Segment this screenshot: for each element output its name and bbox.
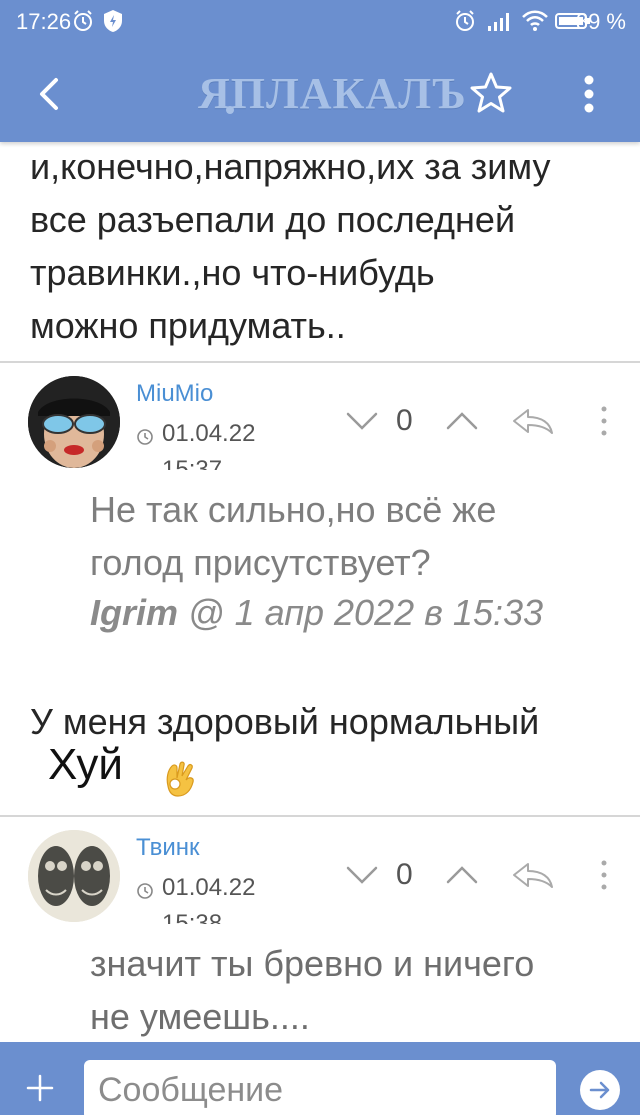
vote-down-icon[interactable] bbox=[344, 410, 380, 432]
alarm-icon bbox=[456, 10, 474, 31]
previous-post-text: и,конечно,напряжно,их за зиму все разъеп… bbox=[30, 140, 620, 352]
wifi-icon bbox=[522, 10, 548, 31]
reply-icon[interactable] bbox=[510, 406, 556, 436]
ok-hand-emoji bbox=[166, 761, 194, 797]
clock-icon bbox=[137, 883, 153, 899]
quote-line: голод присутствует? bbox=[90, 542, 431, 583]
send-button[interactable] bbox=[580, 1070, 620, 1110]
message-input[interactable] bbox=[84, 1060, 556, 1115]
vote-up-icon[interactable] bbox=[444, 410, 480, 432]
send-arrow-icon bbox=[589, 1081, 610, 1099]
quote-meta: @ 1 апр 2022 в 15:33 bbox=[178, 592, 544, 633]
quoted-text: Не так сильно,но всё же голод присутству… bbox=[90, 483, 610, 589]
text-line: не умеешь.... bbox=[90, 996, 310, 1037]
avatar[interactable] bbox=[28, 830, 120, 922]
status-time: 17:26 bbox=[16, 9, 72, 34]
comment-big-text: Хуй bbox=[48, 740, 123, 789]
comment-time-text: 15:38 bbox=[162, 910, 223, 924]
text-line: все разъепали до последней bbox=[30, 199, 516, 240]
message-composer bbox=[0, 1042, 640, 1115]
logo-dot bbox=[226, 106, 234, 114]
vote-down-icon[interactable] bbox=[344, 864, 380, 886]
top-app-bar: 17:26 89 % ЯПЛАКАЛЪ bbox=[0, 0, 640, 142]
comment-score: 0 bbox=[396, 858, 413, 891]
signal-icon bbox=[488, 13, 509, 31]
vote-up-icon[interactable] bbox=[444, 864, 480, 886]
comment-score: 0 bbox=[396, 404, 413, 437]
shield-bolt-icon bbox=[104, 10, 122, 32]
text-line: и,конечно,напряжно,их за зиму bbox=[30, 146, 551, 187]
comment-username[interactable]: MiuMio bbox=[136, 380, 213, 408]
toolbar: ЯПЛАКАЛЪ bbox=[0, 44, 640, 142]
comment-date: 01.04.22 bbox=[162, 420, 256, 447]
quote-author[interactable]: Igrim bbox=[90, 592, 178, 633]
comment-time-text: 15:37 bbox=[162, 456, 223, 470]
reply-icon[interactable] bbox=[510, 860, 556, 890]
comment-username[interactable]: Твинк bbox=[136, 834, 200, 862]
avatar[interactable] bbox=[28, 376, 120, 468]
alarm-icon bbox=[74, 10, 92, 31]
star-icon[interactable] bbox=[468, 70, 514, 116]
back-arrow-icon[interactable] bbox=[30, 72, 70, 116]
text-line: можно придумать.. bbox=[30, 305, 346, 346]
more-vertical-icon[interactable] bbox=[574, 72, 604, 116]
status-bar: 17:26 89 % bbox=[0, 0, 640, 44]
site-logo[interactable]: ЯПЛАКАЛЪ bbox=[198, 68, 467, 119]
text-line: значит ты бревно и ничего bbox=[90, 943, 535, 984]
quote-reference: Igrim @ 1 апр 2022 в 15:33 bbox=[90, 592, 543, 634]
quote-line: Не так сильно,но всё же bbox=[90, 489, 497, 530]
clock-icon bbox=[137, 429, 153, 445]
comment-divider bbox=[0, 361, 640, 363]
battery-percent: 89 % bbox=[575, 9, 626, 34]
comment-date: 01.04.22 bbox=[162, 874, 256, 901]
comment-more-icon[interactable] bbox=[598, 404, 610, 440]
plus-icon[interactable] bbox=[22, 1070, 58, 1106]
text-line: травинки.,но что-нибудь bbox=[30, 252, 435, 293]
comment-body: значит ты бревно и ничего не умеешь.... bbox=[90, 937, 610, 1043]
comment-time: 15:38 bbox=[162, 910, 222, 924]
comment-more-icon[interactable] bbox=[598, 858, 610, 894]
comment-divider bbox=[0, 815, 640, 817]
comment-time: 15:37 bbox=[162, 456, 222, 470]
